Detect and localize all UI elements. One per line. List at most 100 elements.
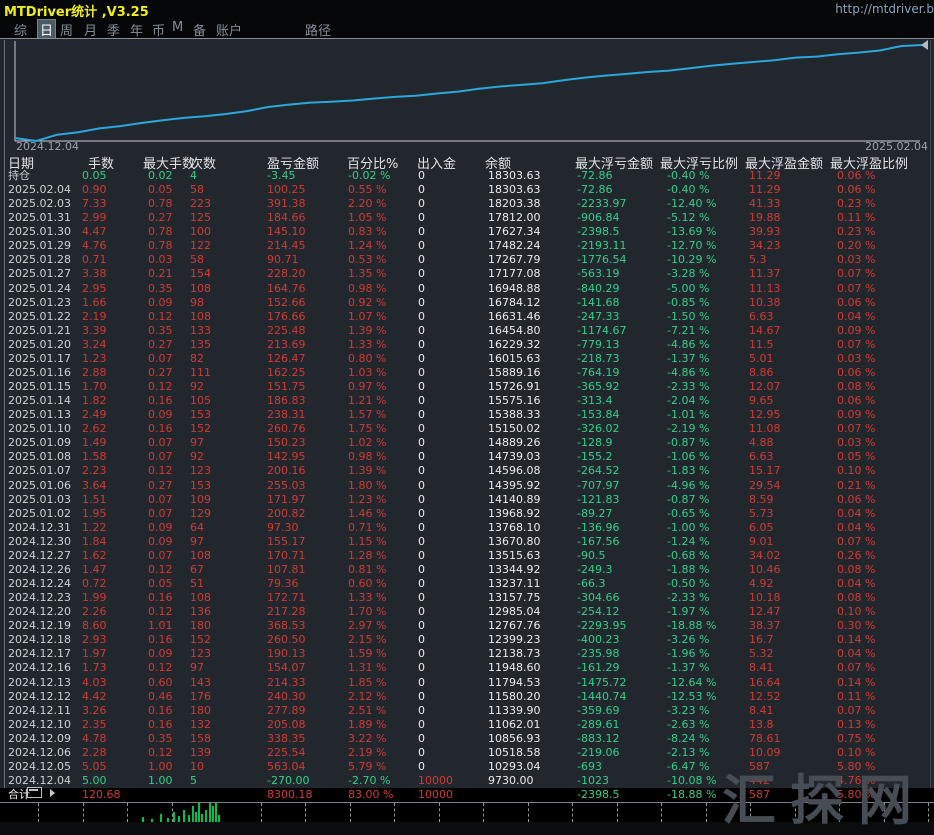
table-row[interactable]: 2025.01.23 1.66 0.09 98 152.66 0.92 % 0 16784.1… — [0, 296, 934, 310]
table-row[interactable]: 2024.12.31 1.22 0.09 64 97.30 0.71 % 0 13768.10… — [0, 521, 934, 535]
cell-col5: 8300.18 — [267, 788, 313, 802]
cell-col11: 41.33 — [749, 197, 781, 211]
table-row[interactable]: 2025.01.14 1.82 0.16 105 186.83 1.21 % 0 15575.… — [0, 394, 934, 408]
table-row[interactable]: 2025.01.27 3.38 0.21 154 228.20 1.35 % 0 17177.… — [0, 267, 934, 281]
cell-col1: 2024.12.23 — [8, 591, 71, 605]
table-row[interactable]: 2024.12.13 4.03 0.60 143 214.33 1.85 % 0 11794.… — [0, 676, 934, 690]
restore-window-icon[interactable] — [27, 787, 42, 798]
table-row[interactable]: 2024.12.23 1.99 0.16 108 172.71 1.33 % 0 13157.… — [0, 591, 934, 605]
cell-col6: -2.70 % — [348, 774, 391, 787]
cell-col1: 2025.02.04 — [8, 183, 71, 197]
table-row[interactable]: 2024.12.12 4.42 0.46 176 240.30 2.12 % 0 11580.… — [0, 690, 934, 704]
activity-bar — [167, 818, 169, 822]
table-row[interactable]: 2024.12.27 1.62 0.07 108 170.71 1.28 % 0 13515.… — [0, 549, 934, 563]
table-row[interactable]: 2025.01.28 0.71 0.03 58 90.71 0.53 % 0 17267.79… — [0, 253, 934, 267]
cell-col4: 123 — [190, 647, 211, 661]
table-row[interactable]: 2024.12.18 2.93 0.16 152 260.50 2.15 % 0 12399.… — [0, 633, 934, 647]
cell-col9: -1475.72 — [577, 675, 627, 689]
table-row[interactable]: 2024.12.30 1.84 0.09 97 155.17 1.15 % 0 13670.8… — [0, 535, 934, 549]
table-row[interactable]: 2025.01.31 2.99 0.27 125 184.66 1.05 % 0 17812.… — [0, 211, 934, 225]
cell-col10: -12.70 % — [667, 239, 717, 253]
cell-col10: -0.87 % — [667, 436, 710, 450]
table-row[interactable]: 2025.01.24 2.95 0.35 108 164.76 0.98 % 0 16948.… — [0, 282, 934, 296]
menu-item-周[interactable]: 周 — [60, 20, 73, 39]
table-row[interactable]: 2025.01.08 1.58 0.07 92 142.95 0.98 % 0 14739.0… — [0, 450, 934, 464]
cell-col9: -906.84 — [577, 211, 620, 225]
activity-bar — [160, 814, 162, 822]
table-row[interactable]: 2025.01.06 3.64 0.27 153 255.03 1.80 % 0 14395.… — [0, 479, 934, 493]
cell-col9: -218.73 — [577, 351, 620, 365]
cell-col7: 0 — [418, 591, 425, 605]
table-row[interactable]: 2025.01.07 2.23 0.12 123 200.16 1.39 % 0 14596.… — [0, 464, 934, 478]
cell-col1: 2025.01.24 — [8, 281, 71, 295]
menu-item-M[interactable]: M — [172, 20, 183, 35]
cell-col10: -1.50 % — [667, 309, 710, 323]
table-row[interactable]: 2025.01.03 1.51 0.07 109 171.97 1.23 % 0 14140.… — [0, 493, 934, 507]
menu-item-月[interactable]: 月 — [84, 20, 97, 39]
menu-item-综[interactable]: 综 — [14, 20, 27, 39]
cell-col7: 0 — [418, 183, 425, 197]
cell-col1: 2024.12.05 — [8, 759, 71, 773]
table-row[interactable]: 2024.12.16 1.73 0.12 97 154.07 1.31 % 0 11948.6… — [0, 661, 934, 675]
cell-col2: 0.05 — [82, 169, 107, 182]
table-row[interactable]: 2025.01.09 1.49 0.07 97 150.23 1.02 % 0 14889.2… — [0, 436, 934, 450]
table-row[interactable]: 2025.01.13 2.49 0.09 153 238.31 1.57 % 0 15388.… — [0, 408, 934, 422]
cell-col10: -4.86 % — [667, 365, 710, 379]
cell-col10: -1.37 % — [667, 661, 710, 675]
menu-item-年[interactable]: 年 — [130, 20, 143, 39]
cell-col3: 0.27 — [148, 337, 173, 351]
expand-icon[interactable] — [50, 789, 55, 797]
cell-col3: 0.09 — [148, 647, 173, 661]
cell-col3: 1.00 — [148, 774, 173, 787]
cell-col2: 0.71 — [82, 253, 107, 267]
cell-col1: 2025.01.14 — [8, 394, 71, 408]
table-row[interactable]: 2025.01.15 1.70 0.12 92 151.75 0.97 % 0 15726.9… — [0, 380, 934, 394]
cell-col6: 1.23 % — [348, 492, 387, 506]
cell-col10: -1.88 % — [667, 562, 710, 576]
table-row[interactable]: 2024.12.10 2.35 0.16 132 205.08 1.89 % 0 11062.… — [0, 718, 934, 732]
cell-col6: 1.70 % — [348, 605, 387, 619]
cell-col3: 0.07 — [148, 436, 173, 450]
cell-col7: 0 — [418, 506, 425, 520]
table-row[interactable]: 2025.01.22 2.19 0.12 108 176.66 1.07 % 0 16631.… — [0, 310, 934, 324]
cell-col6: 1.46 % — [348, 506, 387, 520]
cell-col1: 2025.01.08 — [8, 450, 71, 464]
table-row[interactable]: 2025.02.03 7.33 0.78 223 391.38 2.20 % 0 18203.… — [0, 197, 934, 211]
cell-col10: -1.01 % — [667, 408, 710, 422]
table-row[interactable]: 2024.12.19 8.60 1.01 180 368.53 2.97 % 0 12767.… — [0, 619, 934, 633]
table-header-row: 日期 手数 最大手数 次数 盈亏金额 百分比% 出入金 余额 最大浮亏金额 最大浮亏比例 最大浮盈金… — [0, 153, 934, 172]
cell-col5: 79.36 — [267, 577, 299, 591]
menu-item-日[interactable]: 日 — [37, 19, 57, 40]
cell-col4: 67 — [190, 562, 204, 576]
cell-col12: 0.04 % — [837, 506, 876, 520]
menu-item-币[interactable]: 币 — [152, 20, 165, 39]
table-row[interactable]: 2024.12.20 2.26 0.12 136 217.28 1.70 % 0 12985.… — [0, 605, 934, 619]
table-row[interactable]: 2025.01.21 3.39 0.35 133 225.48 1.39 % 0 16454.… — [0, 324, 934, 338]
cell-col8: 17627.34 — [488, 225, 541, 239]
table-row[interactable]: 2025.01.16 2.88 0.27 111 162.25 1.03 % 0 15889.… — [0, 366, 934, 380]
table-row[interactable]: 2025.01.10 2.62 0.16 152 260.76 1.75 % 0 15150.… — [0, 422, 934, 436]
cell-col5: 214.33 — [267, 675, 306, 689]
table-row[interactable]: 2024.12.11 3.26 0.16 180 277.89 2.51 % 0 11339.… — [0, 704, 934, 718]
table-row[interactable]: 2025.01.17 1.23 0.07 82 126.47 0.80 % 0 16015.6… — [0, 352, 934, 366]
table-row[interactable]: 2024.12.26 1.47 0.12 67 107.81 0.81 % 0 13344.9… — [0, 563, 934, 577]
cell-col3: 0.12 — [148, 745, 173, 759]
site-url-link[interactable]: http://mtdriver.b — [835, 2, 934, 16]
menu-item-备[interactable]: 备 — [193, 20, 206, 39]
table-row[interactable]: 2024.12.09 4.78 0.35 158 338.35 3.22 % 0 10856.… — [0, 732, 934, 746]
table-row[interactable]: 2025.02.04 0.90 0.05 58 100.25 0.55 % 0 18303.6… — [0, 183, 934, 197]
table-row[interactable]: 2025.01.29 4.76 0.78 122 214.45 1.24 % 0 17482.… — [0, 239, 934, 253]
cell-col2: 120.68 — [82, 788, 121, 802]
table-row[interactable]: 2024.12.24 0.72 0.05 51 79.36 0.60 % 0 13237.11… — [0, 577, 934, 591]
menu-item-账户[interactable]: 账户 — [216, 20, 242, 39]
cell-col1: 持仓 — [8, 169, 30, 182]
table-row[interactable]: 2024.12.17 1.97 0.09 123 190.13 1.59 % 0 12138.… — [0, 647, 934, 661]
table-row[interactable]: 2025.01.20 3.24 0.27 135 213.69 1.33 % 0 16229.… — [0, 338, 934, 352]
table-row[interactable]: 2025.01.02 1.95 0.07 129 200.82 1.46 % 0 13968.… — [0, 507, 934, 521]
menu-item-path[interactable]: 路径 — [305, 20, 331, 39]
cell-col6: -0.02 % — [348, 169, 391, 182]
cell-col2: 0.90 — [82, 183, 107, 197]
table-row[interactable]: 持仓 0.05 0.02 4 -3.45 -0.02 % 0 18303.63 -72.86 -0… — [0, 169, 934, 183]
table-row[interactable]: 2025.01.30 4.47 0.78 100 145.10 0.83 % 0 17627.… — [0, 225, 934, 239]
menu-item-季[interactable]: 季 — [107, 20, 120, 39]
